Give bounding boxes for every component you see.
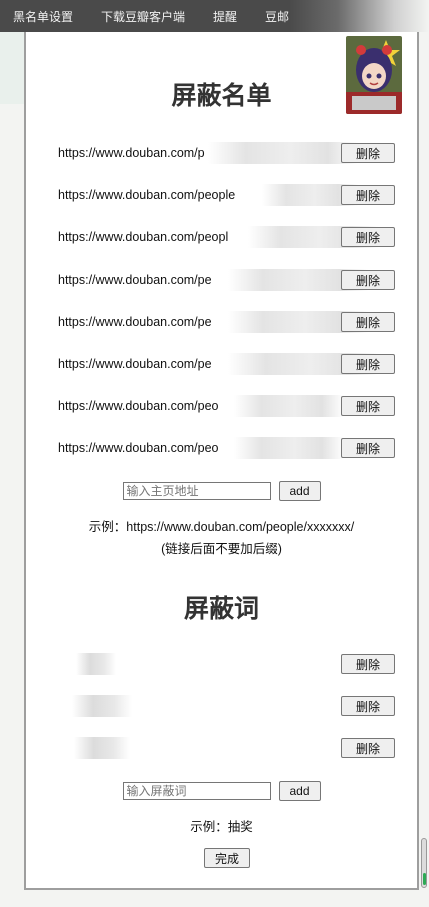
- redacted-word: [72, 695, 132, 717]
- redacted-word: [76, 653, 116, 675]
- delete-button[interactable]: 删除: [341, 696, 395, 716]
- blocked-user-row: https://www.douban.com/people 删除: [58, 184, 395, 206]
- blocked-word-row: 删除: [58, 695, 395, 717]
- blocked-word-row: 删除: [58, 653, 395, 675]
- delete-button[interactable]: 删除: [341, 185, 395, 205]
- nav-reminders[interactable]: 提醒: [213, 8, 237, 25]
- delete-button[interactable]: 删除: [341, 143, 395, 163]
- blockwords-title: 屏蔽词: [183, 595, 259, 623]
- anime-avatar-icon: [346, 36, 402, 114]
- blocked-word-row: 删除: [58, 737, 395, 759]
- nav-blacklist-settings[interactable]: 黑名单设置: [13, 8, 73, 25]
- block-word-input[interactable]: [122, 782, 271, 800]
- delete-button[interactable]: 删除: [341, 270, 395, 290]
- url-example: 示例：https://www.douban.com/people/xxxxxxx…: [88, 520, 355, 534]
- nav-doumail[interactable]: 豆邮: [265, 8, 289, 25]
- delete-button[interactable]: 删除: [341, 654, 395, 674]
- word-example: 示例：抽奖: [190, 820, 253, 834]
- blocked-user-row: https://www.douban.com/pe 删除: [58, 269, 395, 291]
- blocked-user-row: https://www.douban.com/peo 删除: [58, 437, 395, 459]
- url-example-note: (链接后面不要加后缀): [161, 542, 282, 556]
- blocked-user-row: https://www.douban.com/peo 删除: [58, 395, 395, 417]
- add-url-button[interactable]: add: [278, 481, 321, 501]
- redacted-word: [74, 737, 130, 759]
- delete-button[interactable]: 删除: [341, 396, 395, 416]
- homepage-url-input[interactable]: [122, 482, 271, 500]
- add-url-row: add: [26, 481, 417, 501]
- blocked-user-row: https://www.douban.com/p 删除: [58, 142, 395, 164]
- delete-button[interactable]: 删除: [341, 227, 395, 247]
- add-word-row: add: [26, 781, 417, 801]
- blocklist-panel: 屏蔽名单 https://www.douban.com/p 删除 https:/…: [24, 32, 419, 890]
- delete-button[interactable]: 删除: [341, 738, 395, 758]
- delete-button[interactable]: 删除: [341, 312, 395, 332]
- redaction-mask: [234, 395, 344, 417]
- done-button[interactable]: 完成: [204, 848, 250, 868]
- delete-button[interactable]: 删除: [341, 438, 395, 458]
- blocked-user-row: https://www.douban.com/pe 删除: [58, 353, 395, 375]
- nav-download-client[interactable]: 下载豆瓣客户端: [101, 8, 185, 25]
- scroll-indicator: [423, 873, 426, 885]
- blocked-user-row: https://www.douban.com/peopl 删除: [58, 226, 395, 248]
- nav-blurred-region: [289, 0, 429, 32]
- redaction-mask: [208, 142, 358, 164]
- top-nav: 黑名单设置 下载豆瓣客户端 提醒 豆邮: [0, 0, 429, 32]
- blocked-user-row: https://www.douban.com/pe 删除: [58, 311, 395, 333]
- delete-button[interactable]: 删除: [341, 354, 395, 374]
- add-word-button[interactable]: add: [278, 781, 321, 801]
- scrollbar-thumb[interactable]: [421, 838, 427, 888]
- redaction-mask: [234, 437, 344, 459]
- background-strip: [0, 32, 24, 104]
